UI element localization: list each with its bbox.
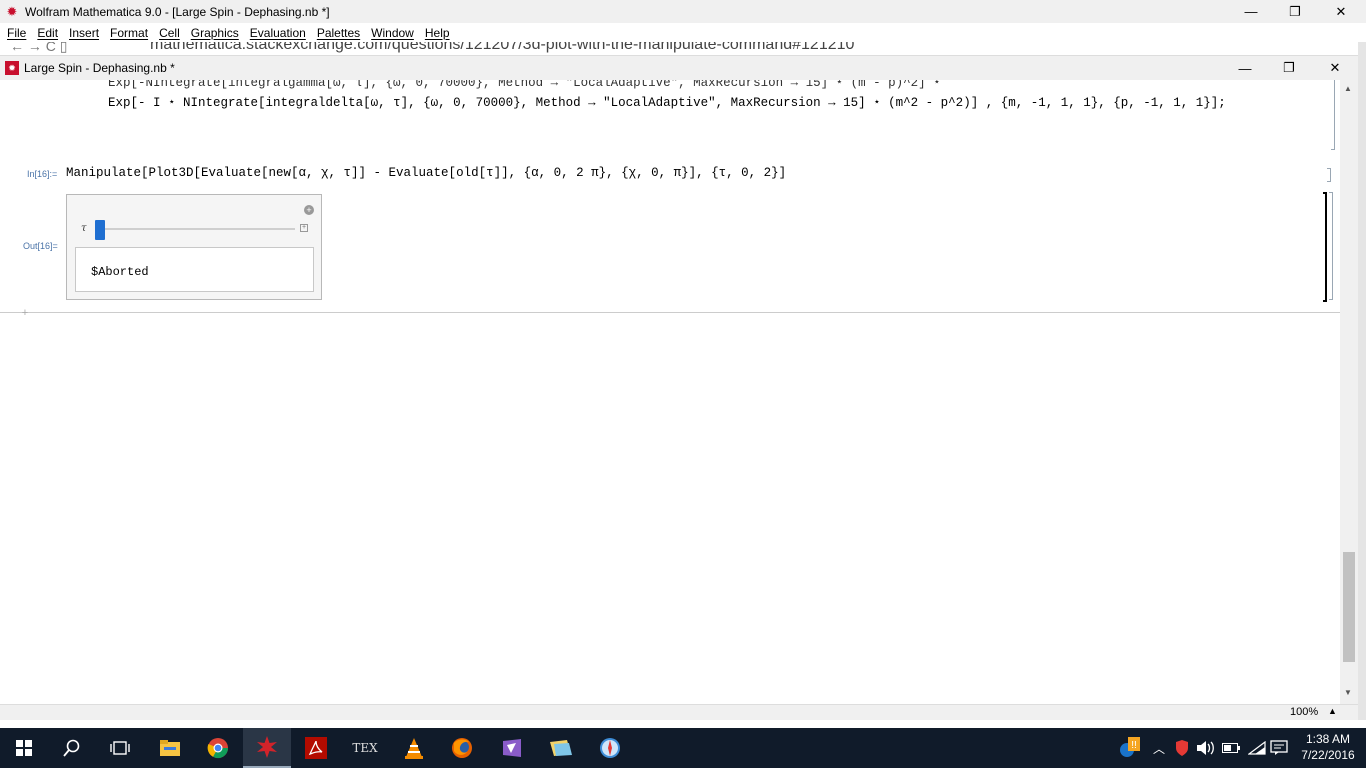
scroll-down-icon[interactable]: ▼ [1344,688,1352,697]
chrome-icon[interactable] [194,728,242,768]
taskbar-clock[interactable]: 1:38 AM 7/22/2016 [1296,731,1360,763]
battery-icon[interactable] [1222,728,1240,768]
menu-window[interactable]: Window [371,26,414,40]
action-center-icon[interactable] [1270,728,1288,768]
menu-palettes[interactable]: Palettes [317,26,360,40]
notebook-icon: ✹ [5,61,19,75]
slider-track[interactable] [97,228,295,230]
taskbar: TEX !! ︿ 1:38 AM 7/22/2016 [0,728,1366,768]
manipulate-output: $Aborted [75,247,314,292]
cell-insert-icon[interactable]: + [17,307,33,319]
input-label: In[16]:= [27,169,58,179]
volume-icon[interactable] [1197,728,1215,768]
window-edge [1358,42,1366,720]
notebook-content[interactable]: Exp[-NIntegrate[integralgamma[ω, τ], {ω,… [0,80,1340,704]
svg-text:!!: !! [1131,740,1137,751]
menu-insert[interactable]: Insert [69,26,99,40]
code-line-1[interactable]: Exp[-NIntegrate[integralgamma[ω, τ], {ω,… [108,80,941,90]
notebook-close-button[interactable]: ✕ [1312,56,1358,80]
menu-bar: File Edit Insert Format Cell Graphics Ev… [0,23,1366,42]
notebook-title-bar: ✹ Large Spin - Dephasing.nb * — ❐ ✕ [0,56,1366,80]
notebook-minimize-button[interactable]: — [1222,56,1268,80]
add-bookmark-icon[interactable]: + [304,205,314,215]
clock-time: 1:38 AM [1305,732,1351,746]
tex-icon[interactable]: TEX [341,728,389,768]
status-bar: 100% ▲ [0,704,1358,720]
expand-controls-icon[interactable]: + [300,224,308,232]
menu-graphics[interactable]: Graphics [191,26,239,40]
browser-nav-icons: ← → C ▯ [10,42,68,54]
vlc-icon[interactable] [390,728,438,768]
input-code[interactable]: Manipulate[Plot3D[Evaluate[new[α, χ, τ]]… [66,166,786,180]
windows-start-icon[interactable] [0,728,48,768]
minimize-button[interactable]: — [1228,0,1274,23]
zoom-level[interactable]: 100% [1290,706,1318,718]
show-hidden-icons[interactable]: ︿ [1153,728,1165,768]
clock-date: 7/22/2016 [1301,748,1355,762]
manipulate-panel: + τ + $Aborted [66,194,322,300]
close-button[interactable]: ✕ [1318,0,1364,23]
task-view-icon[interactable] [96,728,144,768]
file-explorer-icon[interactable] [146,728,194,768]
acrobat-icon[interactable] [292,728,340,768]
cell-bracket-input[interactable] [1327,168,1331,182]
menu-help[interactable]: Help [425,26,450,40]
visual-studio-icon[interactable] [488,728,536,768]
main-title-bar: ✹ Wolfram Mathematica 9.0 - [Large Spin … [0,0,1366,23]
notebook-restore-button[interactable]: ❐ [1266,56,1312,80]
menu-evaluation[interactable]: Evaluation [250,26,306,40]
slider-thumb[interactable] [95,220,105,240]
menu-edit[interactable]: Edit [37,26,58,40]
menu-file[interactable]: File [7,26,26,40]
output-label: Out[16]= [23,241,58,251]
window-title: Wolfram Mathematica 9.0 - [Large Spin - … [25,4,330,19]
scrollbar-thumb[interactable] [1343,552,1355,662]
cell-bracket-previous[interactable] [1331,80,1335,150]
cell-group-bracket[interactable] [1329,192,1333,300]
background-browser-strip: ← → C ▯ mathematica.stackexchange.com/qu… [0,42,1366,56]
firefox-icon[interactable] [438,728,486,768]
restore-button[interactable]: ❐ [1272,0,1318,23]
folder-app-icon[interactable] [537,728,585,768]
scroll-up-icon[interactable]: ▲ [1344,84,1352,93]
wifi-icon[interactable] [1248,728,1266,768]
menu-format[interactable]: Format [110,26,148,40]
code-line-2[interactable]: Exp[- I ⋆ NIntegrate[integraldelta[ω, τ]… [108,94,1226,110]
cell-bracket-output[interactable] [1323,192,1327,302]
tray-notification-icon[interactable]: !! [1118,728,1140,768]
zoom-menu-icon[interactable]: ▲ [1328,706,1337,716]
notebook-title: Large Spin - Dephasing.nb * [24,61,175,75]
cell-insertion-line[interactable] [0,312,1340,313]
output-text: $Aborted [91,265,149,279]
mathematica-app-icon: ✹ [6,3,18,19]
browser-url: mathematica.stackexchange.com/questions/… [150,42,855,53]
slider-label-tau: τ [81,223,87,234]
search-icon[interactable] [48,728,96,768]
menu-cell[interactable]: Cell [159,26,180,40]
vertical-scrollbar[interactable]: ▲ ▼ [1340,80,1358,704]
mathematica-icon[interactable] [243,728,291,768]
antivirus-tray-icon[interactable] [1176,728,1188,768]
safari-icon[interactable] [586,728,634,768]
